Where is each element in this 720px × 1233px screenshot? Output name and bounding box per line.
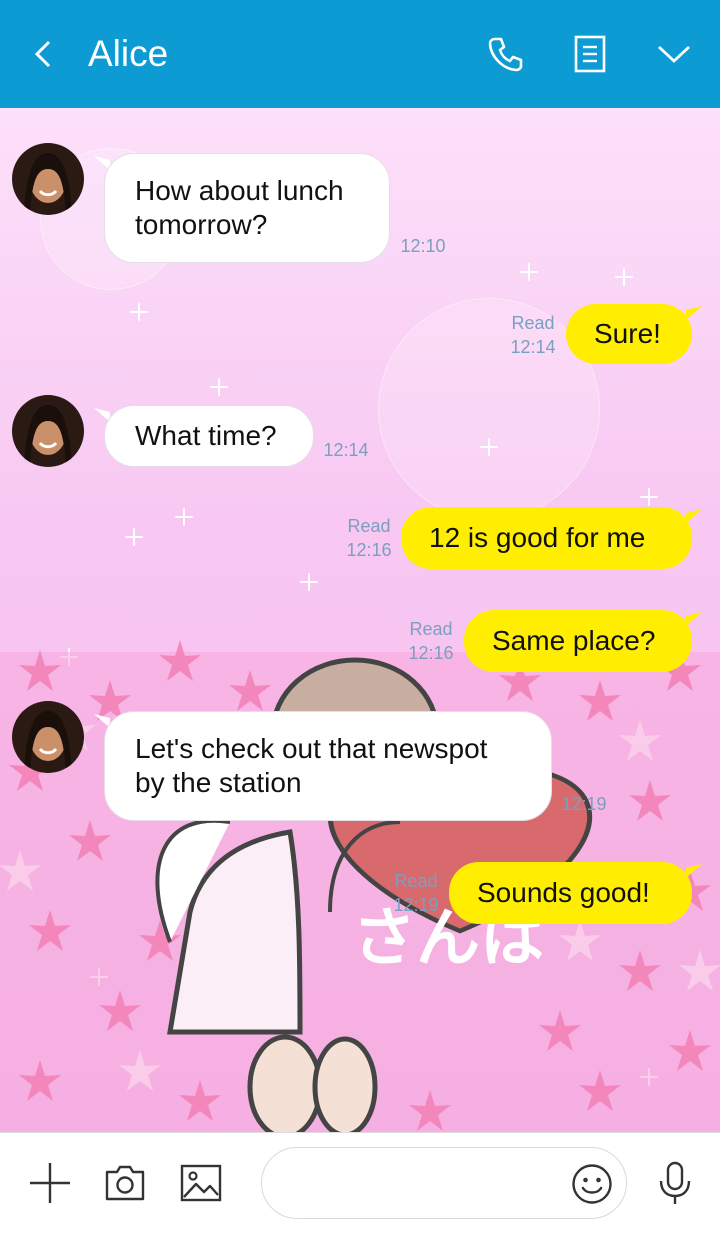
message-time: 12:19 [561, 794, 607, 814]
notes-icon[interactable] [568, 32, 612, 76]
bubble-tail [686, 306, 702, 320]
message-time: 12:14 [323, 440, 369, 460]
message-read-status: Read [347, 516, 391, 536]
avatar[interactable] [12, 143, 84, 215]
message-read-status: Read [394, 871, 438, 891]
message-time: 12:16 [346, 540, 392, 560]
bubble-tail [686, 612, 702, 626]
chat-area[interactable]: さんは How about lunch tomorrow? 12:10 Read… [0, 108, 720, 1132]
message-bubble-sent[interactable]: Sure! [566, 304, 692, 364]
avatar[interactable] [12, 701, 84, 773]
message-time: 12:14 [510, 337, 556, 357]
back-icon[interactable] [26, 34, 60, 74]
message-time: 12:16 [408, 643, 454, 663]
sparkle-decoration [300, 573, 318, 591]
message-bubble-received[interactable]: Let's check out that newspot by the stat… [104, 711, 552, 821]
message-bubble-received[interactable]: What time? [104, 405, 314, 467]
message-bubble-received[interactable]: How about lunch tomorrow? [104, 153, 390, 263]
image-icon[interactable] [177, 1159, 225, 1207]
message-time: 12:10 [400, 236, 446, 256]
avatar[interactable] [12, 395, 84, 467]
chat-header: Alice [0, 0, 720, 108]
bubble-tail [686, 864, 702, 878]
message-bubble-sent[interactable]: Sounds good! [449, 862, 692, 924]
message-bubble-sent[interactable]: Same place? [464, 610, 692, 672]
microphone-icon[interactable] [651, 1159, 699, 1207]
sparkle-decoration [520, 263, 538, 281]
message-read-status: Read [511, 313, 555, 333]
message-input-field[interactable] [261, 1147, 627, 1219]
chevron-down-icon[interactable] [652, 32, 696, 76]
sparkle-decoration [130, 303, 148, 321]
camera-icon[interactable] [101, 1159, 149, 1207]
sparkle-decoration [175, 508, 193, 526]
sparkle-decoration [125, 528, 143, 546]
sparkle-decoration [480, 438, 498, 456]
contact-name[interactable]: Alice [88, 30, 168, 78]
input-bar [0, 1132, 720, 1233]
message-bubble-sent[interactable]: 12 is good for me [401, 507, 692, 569]
sparkle-decoration [210, 378, 228, 396]
message-input[interactable] [284, 1164, 558, 1204]
phone-icon[interactable] [484, 32, 528, 76]
message-time: 12:19 [393, 895, 439, 915]
plus-icon[interactable] [26, 1159, 74, 1207]
emoji-icon[interactable] [568, 1160, 616, 1208]
bubble-tail [686, 509, 702, 523]
sparkle-decoration [640, 488, 658, 506]
sparkle-decoration [615, 268, 633, 286]
message-read-status: Read [409, 619, 453, 639]
